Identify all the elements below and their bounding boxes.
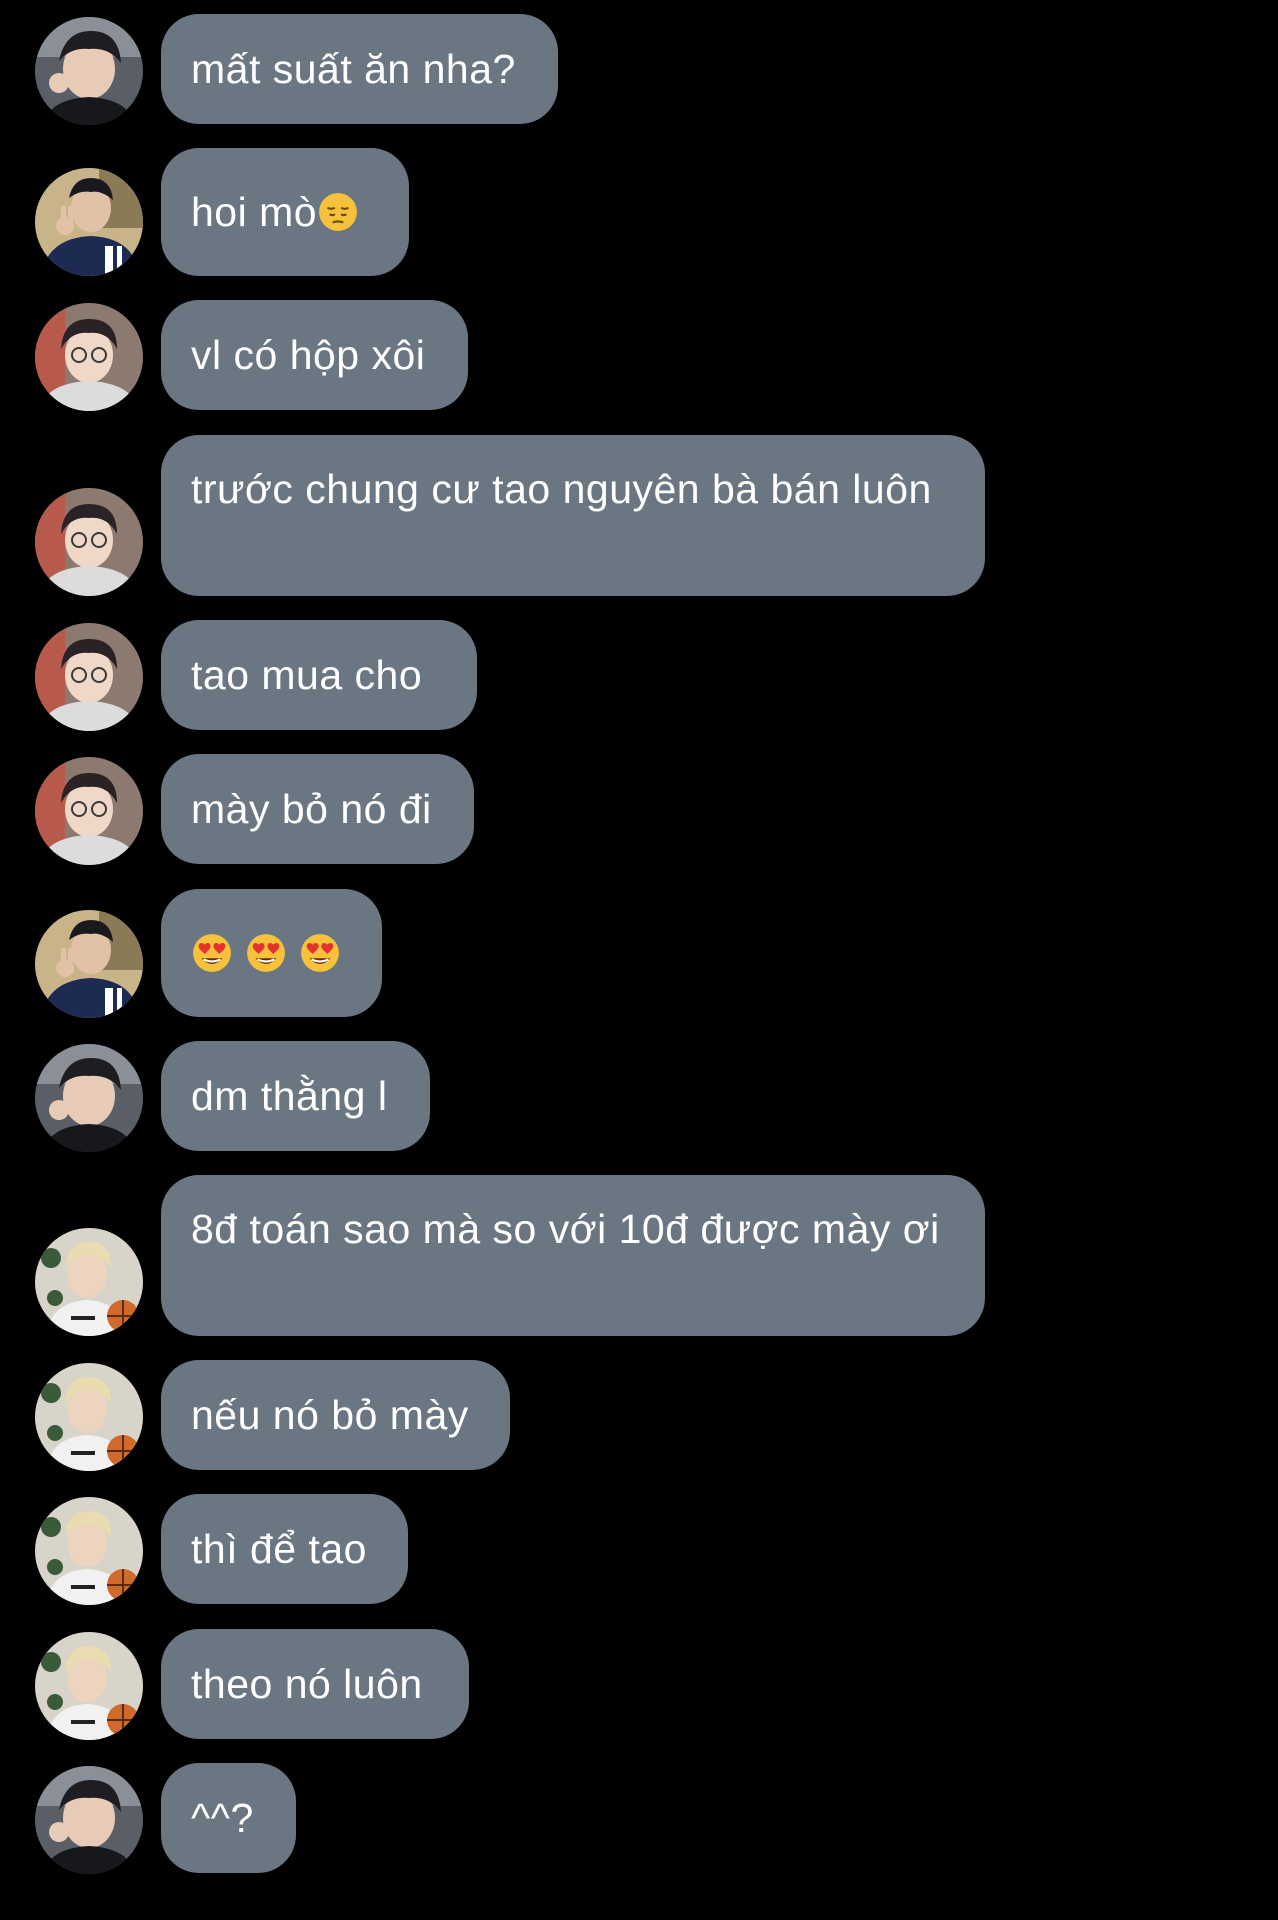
message-bubble[interactable]: mất suất ăn nha? bbox=[161, 14, 558, 124]
heart-eyes-icon bbox=[299, 932, 341, 974]
message-text: ^^? bbox=[191, 1794, 254, 1841]
message-bubble[interactable]: hoi mò bbox=[161, 148, 409, 276]
message-bubble[interactable]: vl có hộp xôi bbox=[161, 300, 468, 410]
avatar[interactable] bbox=[35, 303, 143, 411]
avatar[interactable] bbox=[35, 1632, 143, 1740]
message-bubble[interactable]: theo nó luôn bbox=[161, 1629, 469, 1739]
message-text: vl có hộp xôi bbox=[191, 331, 426, 378]
message-bubble[interactable]: thì để tao bbox=[161, 1494, 408, 1604]
message-bubble[interactable]: mày bỏ nó đi bbox=[161, 754, 474, 864]
message-bubble[interactable]: nếu nó bỏ mày bbox=[161, 1360, 510, 1470]
message-text: tao mua cho bbox=[191, 651, 423, 698]
message-text: mất suất ăn nha? bbox=[191, 45, 516, 92]
avatar[interactable] bbox=[35, 1766, 143, 1874]
message-bubble[interactable]: tao mua cho bbox=[161, 620, 477, 730]
user-avatar-icon bbox=[35, 1228, 143, 1336]
message-text: dm thằng l bbox=[191, 1072, 388, 1119]
emoji-reaction-row bbox=[191, 932, 341, 974]
message-bubble[interactable] bbox=[161, 889, 382, 1017]
message-bubble[interactable]: dm thằng l bbox=[161, 1041, 430, 1151]
user-avatar-icon bbox=[35, 488, 143, 596]
message-bubble[interactable]: trước chung cư tao nguyên bà bán luôn bbox=[161, 435, 985, 596]
user-avatar-icon bbox=[35, 168, 143, 276]
avatar[interactable] bbox=[35, 910, 143, 1018]
avatar[interactable] bbox=[35, 623, 143, 731]
message-text: hoi mò bbox=[191, 188, 318, 235]
pensive-face-icon bbox=[317, 191, 359, 233]
avatar[interactable] bbox=[35, 757, 143, 865]
user-avatar-icon bbox=[35, 1044, 143, 1152]
user-avatar-icon bbox=[35, 623, 143, 731]
message-text: thì để tao bbox=[191, 1525, 367, 1572]
message-text: 8đ toán sao mà so với 10đ được mày ơi bbox=[191, 1206, 940, 1252]
user-avatar-icon bbox=[35, 17, 143, 125]
user-avatar-icon bbox=[35, 1766, 143, 1874]
avatar[interactable] bbox=[35, 1044, 143, 1152]
message-bubble[interactable]: ^^? bbox=[161, 1763, 296, 1873]
user-avatar-icon bbox=[35, 303, 143, 411]
message-text: trước chung cư tao nguyên bà bán luôn bbox=[191, 466, 932, 512]
user-avatar-icon bbox=[35, 757, 143, 865]
avatar[interactable] bbox=[35, 168, 143, 276]
avatar[interactable] bbox=[35, 1228, 143, 1336]
avatar[interactable] bbox=[35, 17, 143, 125]
message-text: nếu nó bỏ mày bbox=[191, 1391, 469, 1438]
avatar[interactable] bbox=[35, 1497, 143, 1605]
user-avatar-icon bbox=[35, 1632, 143, 1740]
heart-eyes-icon bbox=[245, 932, 287, 974]
message-bubble[interactable]: 8đ toán sao mà so với 10đ được mày ơi bbox=[161, 1175, 985, 1336]
avatar[interactable] bbox=[35, 1363, 143, 1471]
message-text: mày bỏ nó đi bbox=[191, 785, 432, 832]
user-avatar-icon bbox=[35, 910, 143, 1018]
message-text: theo nó luôn bbox=[191, 1660, 423, 1707]
heart-eyes-icon bbox=[191, 932, 233, 974]
user-avatar-icon bbox=[35, 1497, 143, 1605]
user-avatar-icon bbox=[35, 1363, 143, 1471]
avatar[interactable] bbox=[35, 488, 143, 596]
